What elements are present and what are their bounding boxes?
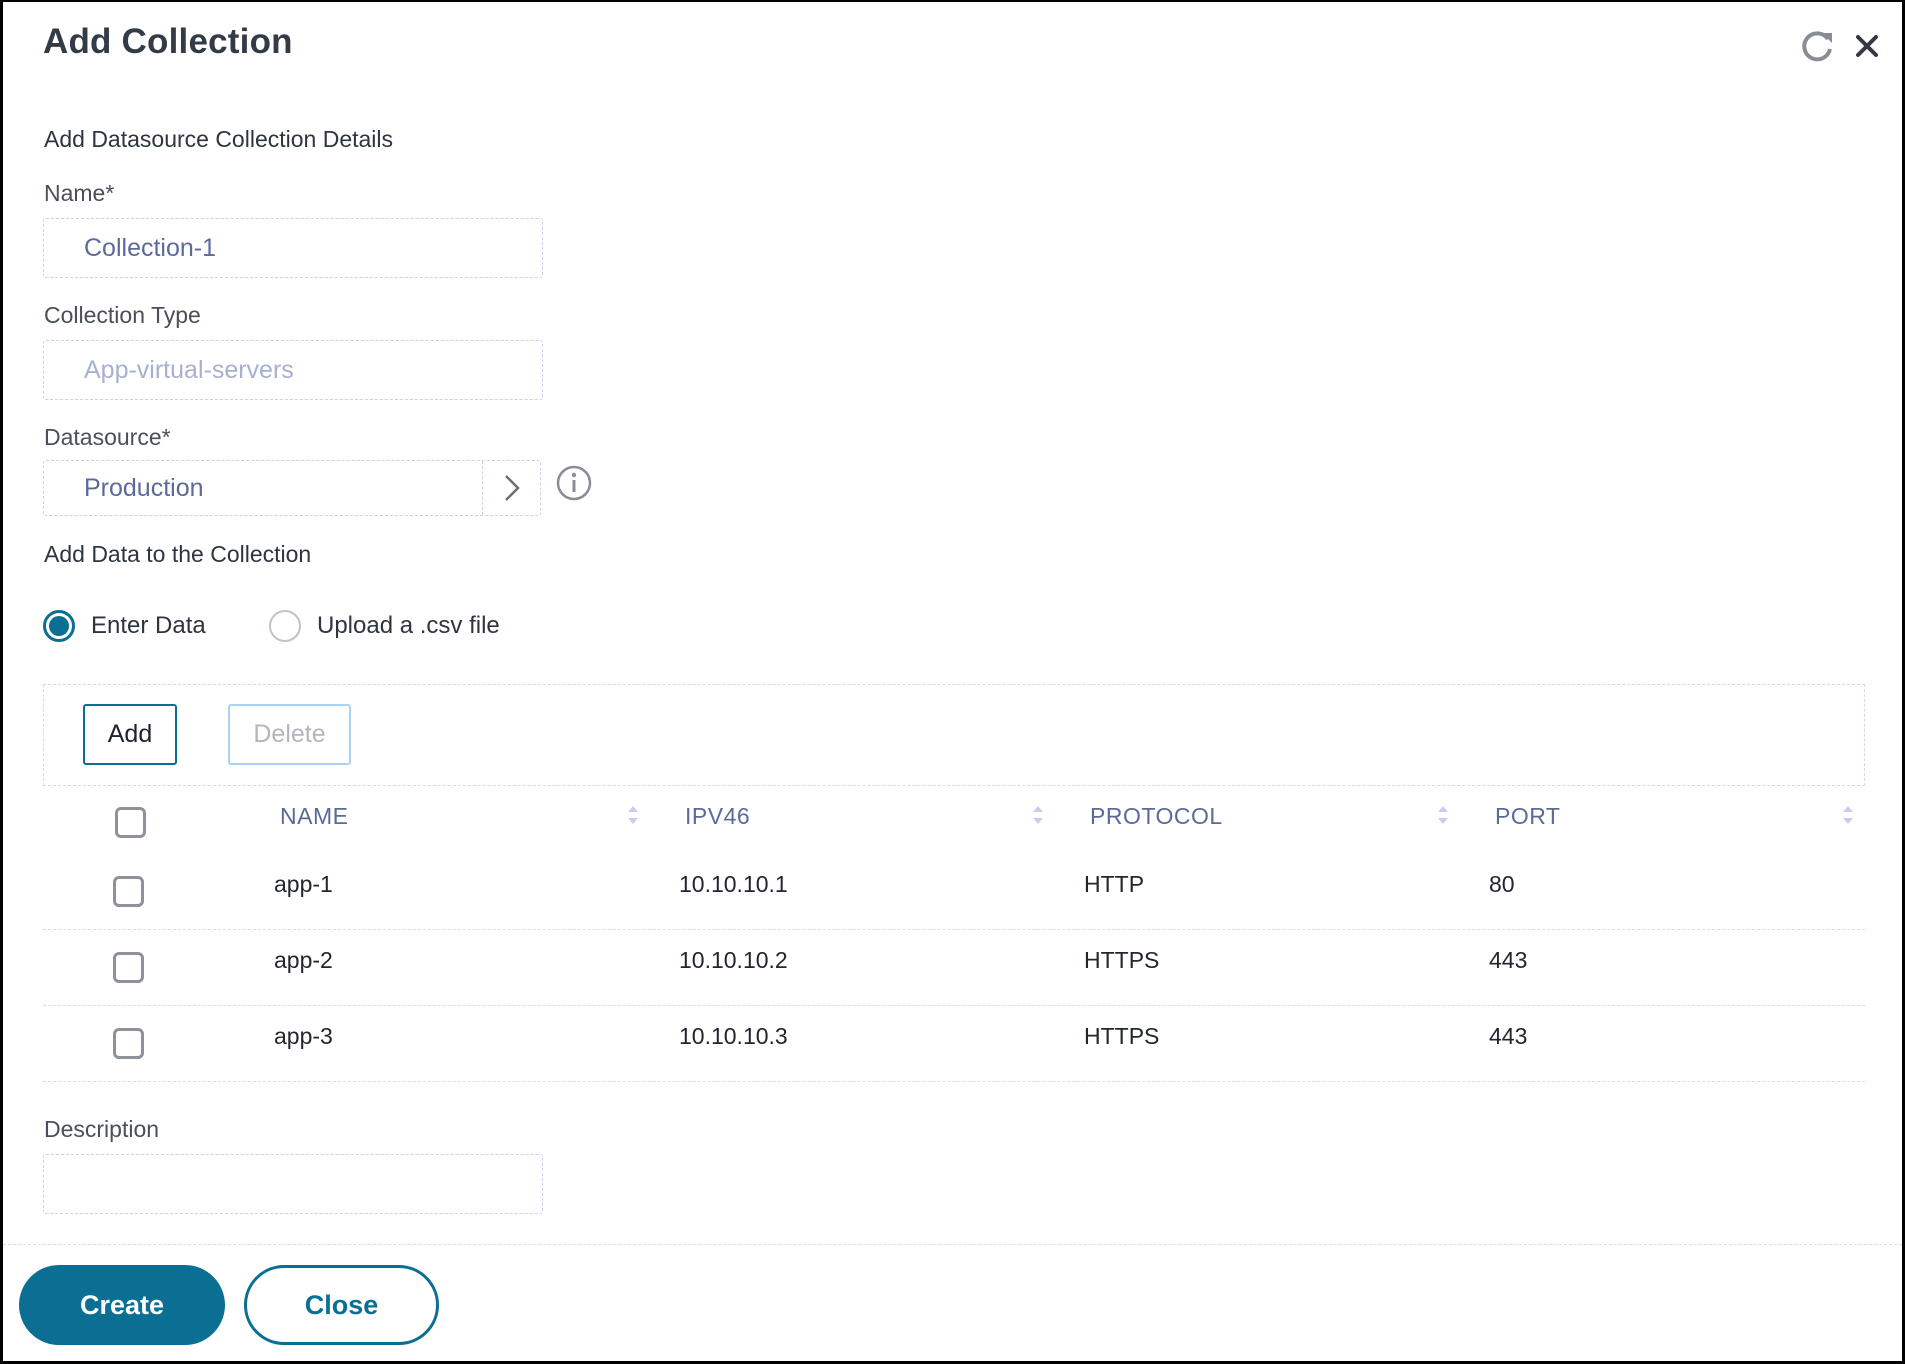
collection-type-value: App-virtual-servers [84, 355, 294, 384]
dialog-title: Add Collection [43, 22, 293, 61]
radio-enter-data-label[interactable]: Enter Data [91, 612, 206, 640]
datasource-value: Production [84, 473, 204, 502]
cell-name: app-1 [274, 871, 333, 897]
close-icon[interactable] [1853, 32, 1881, 60]
select-all-checkbox[interactable] [115, 807, 146, 838]
row-checkbox[interactable] [113, 1028, 144, 1059]
datasource-select[interactable]: Production [43, 460, 541, 516]
row-checkbox[interactable] [113, 876, 144, 907]
row-checkbox[interactable] [113, 952, 144, 983]
add-button[interactable]: Add [83, 704, 177, 765]
description-label: Description [44, 1116, 160, 1142]
section-title-data: Add Data to the Collection [44, 541, 312, 567]
cell-port: 80 [1489, 871, 1515, 897]
column-header-port[interactable]: PORT [1495, 803, 1560, 830]
row-divider [43, 1005, 1865, 1006]
sort-icon[interactable] [1031, 803, 1045, 827]
chevron-right-icon [504, 475, 520, 501]
cell-port: 443 [1489, 1023, 1528, 1049]
column-header-name[interactable]: NAME [280, 803, 348, 830]
info-icon[interactable] [555, 464, 593, 502]
cell-ip: 10.10.10.1 [679, 871, 788, 897]
sort-icon[interactable] [1436, 803, 1450, 827]
name-input-value: Collection-1 [84, 233, 217, 262]
row-divider [43, 1081, 1865, 1082]
sort-icon[interactable] [626, 803, 640, 827]
footer-divider [3, 1244, 1902, 1245]
cell-protocol: HTTPS [1084, 947, 1160, 973]
description-input[interactable] [43, 1154, 543, 1214]
cell-name: app-2 [274, 947, 333, 973]
section-title-details: Add Datasource Collection Details [44, 126, 394, 152]
cell-ip: 10.10.10.2 [679, 947, 788, 973]
column-header-ipv46[interactable]: IPV46 [685, 803, 750, 830]
collection-type-label: Collection Type [44, 302, 201, 328]
collection-type-input: App-virtual-servers [43, 340, 543, 400]
cell-protocol: HTTPS [1084, 1023, 1160, 1049]
radio-upload-csv-label[interactable]: Upload a .csv file [317, 612, 500, 640]
datasource-label: Datasource* [44, 424, 171, 450]
radio-enter-data[interactable] [43, 610, 75, 642]
close-button[interactable]: Close [244, 1265, 439, 1345]
row-divider [43, 929, 1865, 930]
cell-port: 443 [1489, 947, 1528, 973]
sort-icon[interactable] [1841, 803, 1855, 827]
radio-upload-csv[interactable] [269, 610, 301, 642]
cell-name: app-3 [274, 1023, 333, 1049]
cell-ip: 10.10.10.3 [679, 1023, 788, 1049]
name-input[interactable]: Collection-1 [43, 218, 543, 278]
add-collection-dialog: Add Collection Add Datasource Collection… [3, 2, 1902, 1361]
cell-protocol: HTTP [1084, 871, 1145, 897]
datasource-chevron-button[interactable] [482, 461, 540, 515]
delete-button: Delete [228, 704, 351, 765]
column-header-protocol[interactable]: PROTOCOL [1090, 803, 1223, 830]
refresh-icon[interactable] [1798, 27, 1836, 65]
name-label: Name* [44, 180, 115, 206]
create-button[interactable]: Create [19, 1265, 225, 1345]
